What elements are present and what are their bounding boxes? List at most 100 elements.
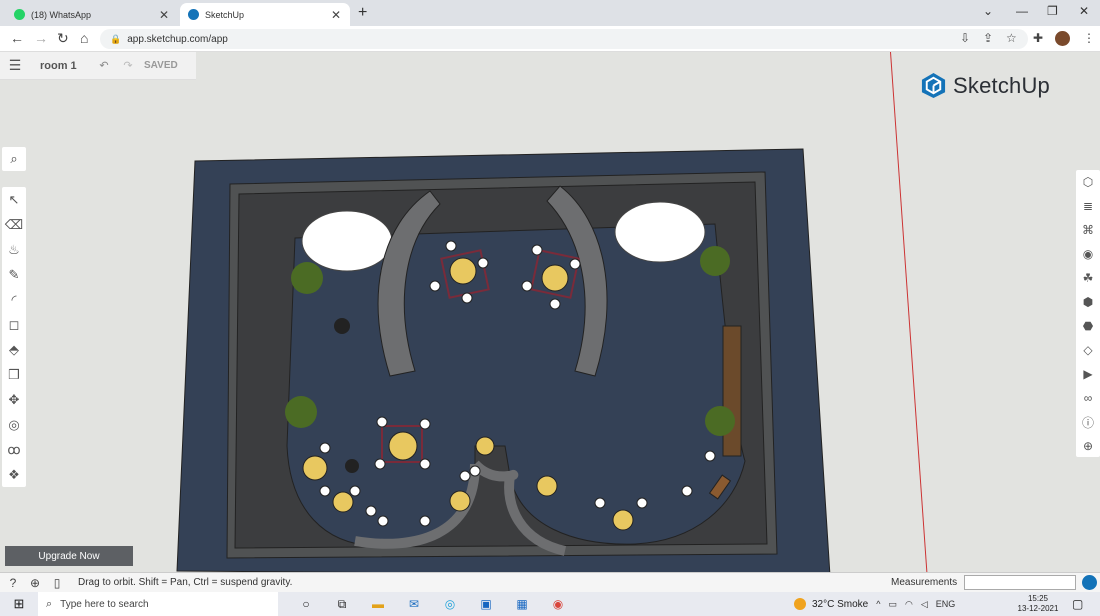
- battery-icon[interactable]: ▭: [888, 599, 897, 610]
- measurements-label: Measurements: [891, 577, 958, 588]
- store-icon[interactable]: ▣: [468, 597, 504, 611]
- table-top: [449, 257, 477, 285]
- plant: [700, 246, 730, 276]
- tags-icon[interactable]: ◇: [1076, 338, 1100, 362]
- move-icon[interactable]: ✥: [2, 387, 26, 412]
- plant: [705, 406, 735, 436]
- status-bar: ? ⊕ ▯ Drag to orbit. Shift = Pan, Ctrl =…: [0, 572, 1100, 592]
- hamburger-menu-icon[interactable]: ☰: [0, 57, 30, 74]
- notifications-icon[interactable]: ▢: [1072, 597, 1083, 611]
- taskbar-search-box[interactable]: ⌕ Type here to search: [38, 592, 278, 616]
- outliner-icon[interactable]: ⬣: [1076, 314, 1100, 338]
- save-status: SAVED: [144, 60, 178, 71]
- search-icon: ⌕: [46, 597, 53, 610]
- extensions-icon[interactable]: ✚: [1033, 31, 1043, 45]
- left-toolbar: ↖ ⌫ ♨ ✎ ◜ ◻ ⬘ ❒ ✥ ◎ ꝏ ❖: [2, 187, 26, 487]
- orbit-icon[interactable]: ❖: [2, 462, 26, 487]
- offset-icon[interactable]: ❒: [2, 362, 26, 387]
- sketchup-status-icon[interactable]: [1082, 575, 1097, 590]
- styles-icon[interactable]: ⌘: [1076, 218, 1100, 242]
- redo-icon[interactable]: ↷: [116, 59, 140, 72]
- undo-icon[interactable]: ↶: [92, 59, 116, 72]
- close-window-icon[interactable]: ✕: [1079, 4, 1089, 18]
- close-tab-icon[interactable]: ✕: [158, 8, 170, 22]
- extension-icon[interactable]: ⊕: [1076, 434, 1100, 458]
- language-indicator[interactable]: ENG: [936, 599, 956, 609]
- calendar-app-icon[interactable]: ▦: [504, 597, 540, 611]
- windows-taskbar: ⊞ ⌕ Type here to search ○ ⧉ ▬ ✉ ◎ ▣ ▦ ◉ …: [0, 592, 1100, 616]
- install-app-icon[interactable]: ⇩: [960, 31, 970, 45]
- model-title-bar: ☰ room 1 ↶ ↷ SAVED: [0, 52, 196, 80]
- show-hidden-icons-icon[interactable]: ^: [876, 599, 880, 609]
- scenes-icon[interactable]: ⬢: [1076, 290, 1100, 314]
- tab-title: (18) WhatsApp: [31, 9, 92, 20]
- file-explorer-icon[interactable]: ▬: [360, 597, 396, 611]
- more-menu-icon[interactable]: ⋮: [1083, 31, 1095, 45]
- wifi-icon[interactable]: ◠: [905, 599, 913, 610]
- select-icon[interactable]: ↖: [2, 187, 26, 212]
- materials-icon[interactable]: ◉: [1076, 242, 1100, 266]
- weather-text[interactable]: 32°C Smoke: [812, 599, 868, 610]
- browser-toolbar: ← → ↻ ⌂ 🔒 app.sketchup.com/app ⇩ ⇪ ☆ ✚ ⋮: [0, 26, 1100, 52]
- upgrade-now-button[interactable]: Upgrade Now: [5, 546, 133, 566]
- home-icon[interactable]: ⌂: [80, 30, 88, 46]
- window-light: [614, 201, 706, 263]
- tape-measure-icon[interactable]: ◎: [2, 412, 26, 437]
- animation-icon[interactable]: ▶: [1076, 362, 1100, 386]
- profile-avatar[interactable]: [1055, 31, 1070, 46]
- chair: [475, 436, 495, 456]
- tab-whatsapp[interactable]: (18) WhatsApp ✕: [6, 3, 178, 26]
- address-bar[interactable]: 🔒 app.sketchup.com/app: [100, 29, 1028, 49]
- red-axis-line: [890, 52, 928, 572]
- table-top: [388, 431, 418, 461]
- volume-icon[interactable]: ◁: [921, 599, 928, 610]
- reload-icon[interactable]: ↻: [57, 30, 69, 47]
- cortana-icon[interactable]: ○: [288, 597, 324, 611]
- paint-bucket-icon[interactable]: ♨: [2, 237, 26, 262]
- task-view-icon[interactable]: ⧉: [324, 597, 360, 612]
- minimize-icon[interactable]: —: [1016, 4, 1028, 18]
- measurements-input[interactable]: [964, 575, 1076, 590]
- plus-icon[interactable]: +: [358, 4, 367, 22]
- right-panel-toolbar: ⬡ ≣ ⌘ ◉ ☘ ⬢ ⬣ ◇ ▶ ∞ ⓘ ⊕: [1076, 170, 1100, 457]
- share-icon[interactable]: ⇪: [983, 31, 993, 45]
- model-viewport[interactable]: [175, 146, 835, 572]
- lock-icon: 🔒: [110, 33, 122, 44]
- tab-sketchup[interactable]: SketchUp ✕: [180, 3, 350, 26]
- globe-icon[interactable]: ⊕: [26, 576, 44, 590]
- search-tool-button[interactable]: ⌕: [2, 147, 26, 171]
- pencil-icon[interactable]: ✎: [2, 262, 26, 287]
- instructor-icon[interactable]: ≣: [1076, 194, 1100, 218]
- back-icon[interactable]: ←: [10, 30, 24, 46]
- close-tab-icon[interactable]: ✕: [330, 8, 342, 22]
- info-icon[interactable]: ⓘ: [1076, 410, 1100, 434]
- entity-info-icon[interactable]: ⬡: [1076, 170, 1100, 194]
- taskbar-clock[interactable]: 15:25 13-12-2021: [1016, 594, 1060, 614]
- arc-icon[interactable]: ◜: [2, 287, 26, 312]
- url-text: app.sketchup.com/app: [127, 33, 228, 45]
- chair: [332, 491, 354, 513]
- person-figure: [345, 459, 359, 473]
- browser-tab-strip: (18) WhatsApp ✕ SketchUp ✕ + ⌄ — ❐ ✕: [0, 0, 1100, 26]
- model-name[interactable]: room 1: [40, 60, 92, 72]
- components-icon[interactable]: ☘: [1076, 266, 1100, 290]
- tab-search-icon[interactable]: ⌄: [983, 4, 993, 18]
- table-top: [541, 264, 569, 292]
- eraser-icon[interactable]: ⌫: [2, 212, 26, 237]
- rectangle-icon[interactable]: ◻: [2, 312, 26, 337]
- mail-icon[interactable]: ✉: [396, 597, 432, 611]
- push-pull-icon[interactable]: ⬘: [2, 337, 26, 362]
- plant: [285, 396, 317, 428]
- windows-start-icon[interactable]: ⊞: [0, 596, 38, 612]
- forward-icon[interactable]: →: [34, 30, 48, 46]
- footprint-icon[interactable]: ꝏ: [2, 437, 26, 462]
- taskbar-search-placeholder: Type here to search: [60, 598, 149, 610]
- edge-icon[interactable]: ◎: [432, 597, 468, 611]
- chrome-icon[interactable]: ◉: [540, 597, 576, 611]
- help-icon[interactable]: ?: [4, 576, 22, 590]
- sketchup-workspace[interactable]: ☰ room 1 ↶ ↷ SAVED SketchUp ⌕ ↖ ⌫ ♨ ✎ ◜ …: [0, 52, 1100, 572]
- maximize-icon[interactable]: ❐: [1047, 4, 1058, 18]
- window-light: [301, 210, 393, 272]
- bookmark-star-icon[interactable]: ☆: [1006, 31, 1017, 45]
- display-icon[interactable]: ∞: [1076, 386, 1100, 410]
